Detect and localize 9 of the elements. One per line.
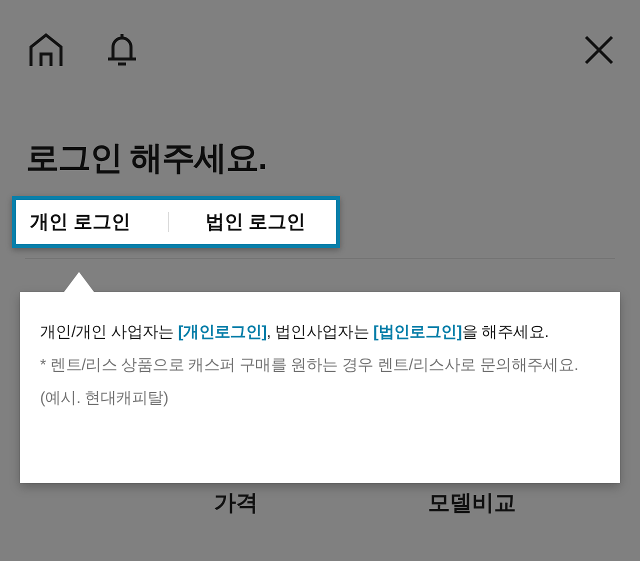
- tooltip-note: * 렌트/리스 상품으로 캐스퍼 구매를 원하는 경우 렌트/리스사로 문의해주세요. (예시. 현대캐피탈): [40, 356, 580, 409]
- tooltip-message: 개인/개인 사업자는 [개인로그인], 법인사업자는 [법인로그인]을 해주세요.: [40, 323, 550, 343]
- page-title: 로그인 해주세요.: [26, 138, 268, 178]
- menu-item[interactable]: 가격: [214, 488, 258, 518]
- close-icon[interactable]: [584, 35, 614, 65]
- menu-item[interactable]: 모델비교: [428, 488, 516, 518]
- home-icon[interactable]: [28, 33, 64, 67]
- login-tab[interactable]: 개인 로그인: [16, 209, 144, 235]
- login-tab[interactable]: 법인 로그인: [191, 209, 320, 235]
